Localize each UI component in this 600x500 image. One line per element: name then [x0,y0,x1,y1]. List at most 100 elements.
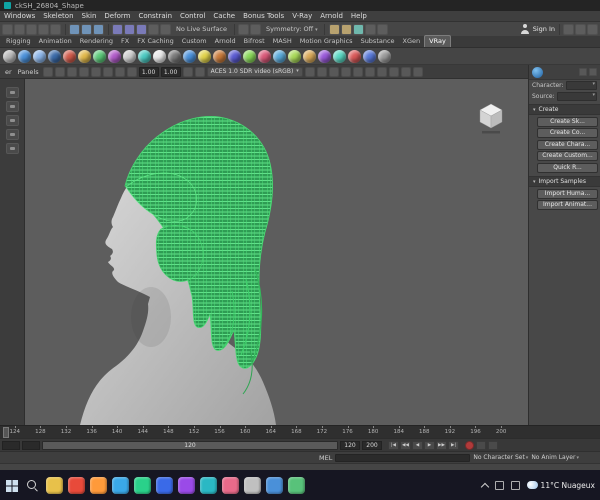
shelf-tool-icon[interactable] [48,49,61,63]
menu-item[interactable]: Skin [78,11,101,22]
snap-point-icon[interactable] [136,23,147,35]
auto-key-icon[interactable] [465,440,474,450]
taskbar-app-icon[interactable] [244,476,261,494]
shelf-tab[interactable]: Bifrost [240,36,269,47]
renderer-menu-partial[interactable]: er [3,68,14,76]
gate-mask-icon[interactable] [328,66,339,77]
field-chart-icon[interactable] [340,66,351,77]
shelf-tab[interactable]: XGen [399,36,425,47]
channel-box-icon[interactable] [587,23,598,35]
create-button[interactable]: Quick R... [537,162,598,173]
character-set-selector[interactable]: No Character Set [473,454,528,461]
taskbar-app-icon[interactable] [46,476,63,494]
gamma-toggle-icon[interactable] [194,66,205,77]
symmetry-selector[interactable]: Symmetry: Off [263,25,321,33]
start-button[interactable] [5,478,19,492]
range-end-field[interactable]: 200 [362,440,382,450]
shelf-tool-icon[interactable] [18,49,31,63]
shelf-tool-icon[interactable] [108,49,121,63]
shelf-tool-icon[interactable] [318,49,331,63]
file-save-icon[interactable] [26,23,37,35]
titlebar[interactable]: ckSH_26804_Shape [0,0,600,11]
create-button[interactable]: Create Custom... [537,151,598,161]
weather-widget[interactable]: 11°C Nuageux [526,481,595,490]
menu-item[interactable]: Deform [100,11,134,22]
panel-menu-icon[interactable] [579,68,587,76]
move-tool-icon[interactable] [5,129,19,140]
textured-mode-icon[interactable] [388,66,399,77]
selection-mask-component-icon[interactable] [93,23,104,35]
shelf-tool-icon[interactable] [243,49,256,63]
shelf-tool-icon[interactable] [228,49,241,63]
grease-pencil-icon[interactable] [126,66,137,77]
mel-label[interactable]: MEL [319,454,332,462]
menu-item[interactable]: Help [347,11,371,22]
safe-action-icon[interactable] [352,66,363,77]
shelf-tab[interactable]: Arnold [211,36,240,47]
taskbar-app-icon[interactable] [222,476,239,494]
ipr-render-icon[interactable] [340,23,352,35]
file-open-icon[interactable] [14,23,25,35]
light-editor-icon[interactable] [364,23,376,35]
shelf-tool-icon[interactable] [183,49,196,63]
hypershade-icon[interactable] [376,23,388,35]
shelf-tab[interactable]: FX Caching [133,36,178,47]
highlight-selection-icon[interactable] [250,23,262,35]
tray-expand-icon[interactable] [480,482,489,491]
viewport[interactable] [25,79,528,425]
import-samples-header[interactable]: Import Samples [529,176,600,187]
shelf-tab[interactable]: FX [117,36,133,47]
image-plane-icon[interactable] [90,66,101,77]
isolate-select-icon[interactable] [114,66,125,77]
taskbar-app-icon[interactable] [112,476,129,494]
render-view-icon[interactable] [328,23,340,35]
panel-options-icon[interactable] [589,68,597,76]
file-new-icon[interactable] [2,23,13,35]
undo-icon[interactable] [38,23,49,35]
shelf-tool-icon[interactable] [303,49,316,63]
create-button[interactable]: Create Chara... [537,139,598,150]
menu-item[interactable]: Bonus Tools [239,11,288,22]
shelf-tool-icon[interactable] [153,49,166,63]
playback-options-icon[interactable] [488,440,498,450]
bookmarks-icon[interactable] [78,66,89,77]
taskbar-app-icon[interactable] [288,476,305,494]
search-icon[interactable] [26,479,39,492]
snap-grid-icon[interactable] [112,23,123,35]
shelf-tab[interactable]: Substance [357,36,399,47]
playback-range-bar[interactable]: 120 [42,440,338,450]
construction-history-icon[interactable] [238,23,250,35]
menu-item[interactable]: Cache [209,11,239,22]
shelf-tool-icon[interactable] [258,49,271,63]
shelf-tool-icon[interactable] [33,49,46,63]
menu-item[interactable]: Arnold [316,11,347,22]
transport-button[interactable]: ◀◀ [400,440,411,450]
playback-start-field[interactable] [22,440,40,450]
sign-in-button[interactable]: Sign In [520,24,555,34]
shelf-tool-icon[interactable] [333,49,346,63]
menu-item[interactable]: Control [176,11,209,22]
shaded-mode-icon[interactable] [376,66,387,77]
gamma-field[interactable]: 1.00 [160,66,181,77]
shelf-tab[interactable]: Custom [178,36,211,47]
shelf-tab[interactable]: Motion Graphics [296,36,357,47]
transport-button[interactable]: ▶ [424,440,435,450]
transport-button[interactable]: ◀ [412,440,423,450]
attribute-editor-icon[interactable] [575,23,586,35]
command-input[interactable] [335,453,471,462]
taskbar-app-icon[interactable] [266,476,283,494]
taskbar-app-icon[interactable] [134,476,151,494]
taskbar-app-icon[interactable] [68,476,85,494]
paint-select-tool-icon[interactable] [5,115,19,126]
exposure-toggle-icon[interactable] [182,66,193,77]
shelf-tool-icon[interactable] [123,49,136,63]
shelf-tool-icon[interactable] [63,49,76,63]
shelf-tab[interactable]: Rigging [2,36,35,47]
snap-viewplane-icon[interactable] [148,23,159,35]
shelf-tab[interactable]: Animation [35,36,76,47]
create-section-header[interactable]: Create [529,104,600,115]
import-button[interactable]: Import Huma... [537,188,598,199]
anim-layer-selector[interactable]: No Anim Layer [531,454,579,461]
shelf-tool-icon[interactable] [198,49,211,63]
taskbar-app-icon[interactable] [200,476,217,494]
